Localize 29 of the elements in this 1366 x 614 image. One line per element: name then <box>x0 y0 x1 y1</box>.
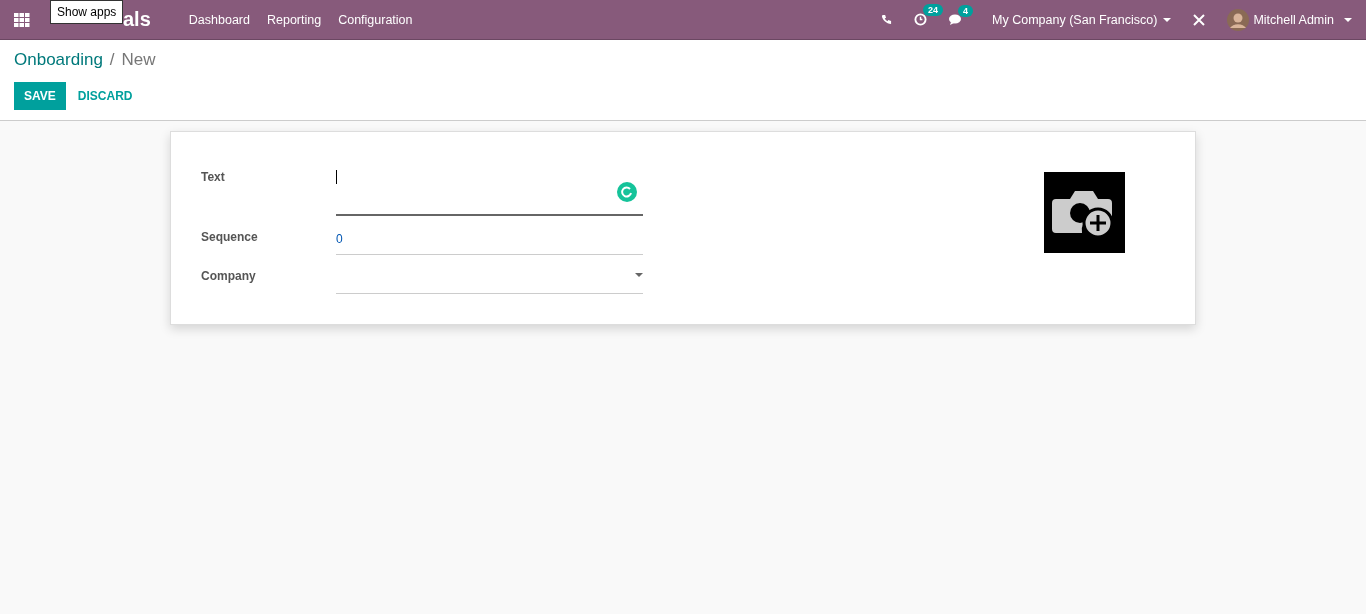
app-name: als <box>123 8 151 31</box>
tools-icon[interactable] <box>1193 13 1206 26</box>
user-menu[interactable]: Mitchell Admin <box>1253 12 1334 27</box>
field-label: Sequence <box>201 229 259 246</box>
refresh-icon <box>617 182 637 202</box>
caret-icon <box>635 273 643 277</box>
activity-badge: 24 <box>923 4 944 16</box>
input-field[interactable]: 0 <box>336 222 643 255</box>
text-cursor <box>336 170 337 184</box>
avatar[interactable] <box>1227 8 1250 31</box>
apps-grid-icon[interactable] <box>14 12 30 27</box>
phone-icon[interactable] <box>881 14 893 25</box>
caret-icon <box>1344 17 1352 22</box>
menu-item[interactable]: Configuration <box>338 12 413 27</box>
caret-icon <box>1163 17 1172 22</box>
company-switcher[interactable]: My Company (San Francisco) <box>992 12 1158 27</box>
field-label: Text <box>201 169 226 186</box>
message-badge: 4 <box>958 4 974 17</box>
discard-button[interactable]: DISCARD <box>67 82 143 110</box>
menu-item[interactable]: Reporting <box>266 12 322 27</box>
breadcrumb-separator: / <box>109 50 115 69</box>
breadcrumb-link[interactable]: Onboarding <box>14 50 103 69</box>
field-label: Company <box>201 268 257 285</box>
breadcrumb-current: New <box>121 50 156 69</box>
image-upload[interactable] <box>1044 172 1125 253</box>
save-button[interactable]: SAVE <box>14 82 66 110</box>
clock-icon[interactable] <box>914 13 928 26</box>
tooltip: Show apps <box>50 0 124 24</box>
menu-item[interactable]: Dashboard <box>188 12 250 27</box>
